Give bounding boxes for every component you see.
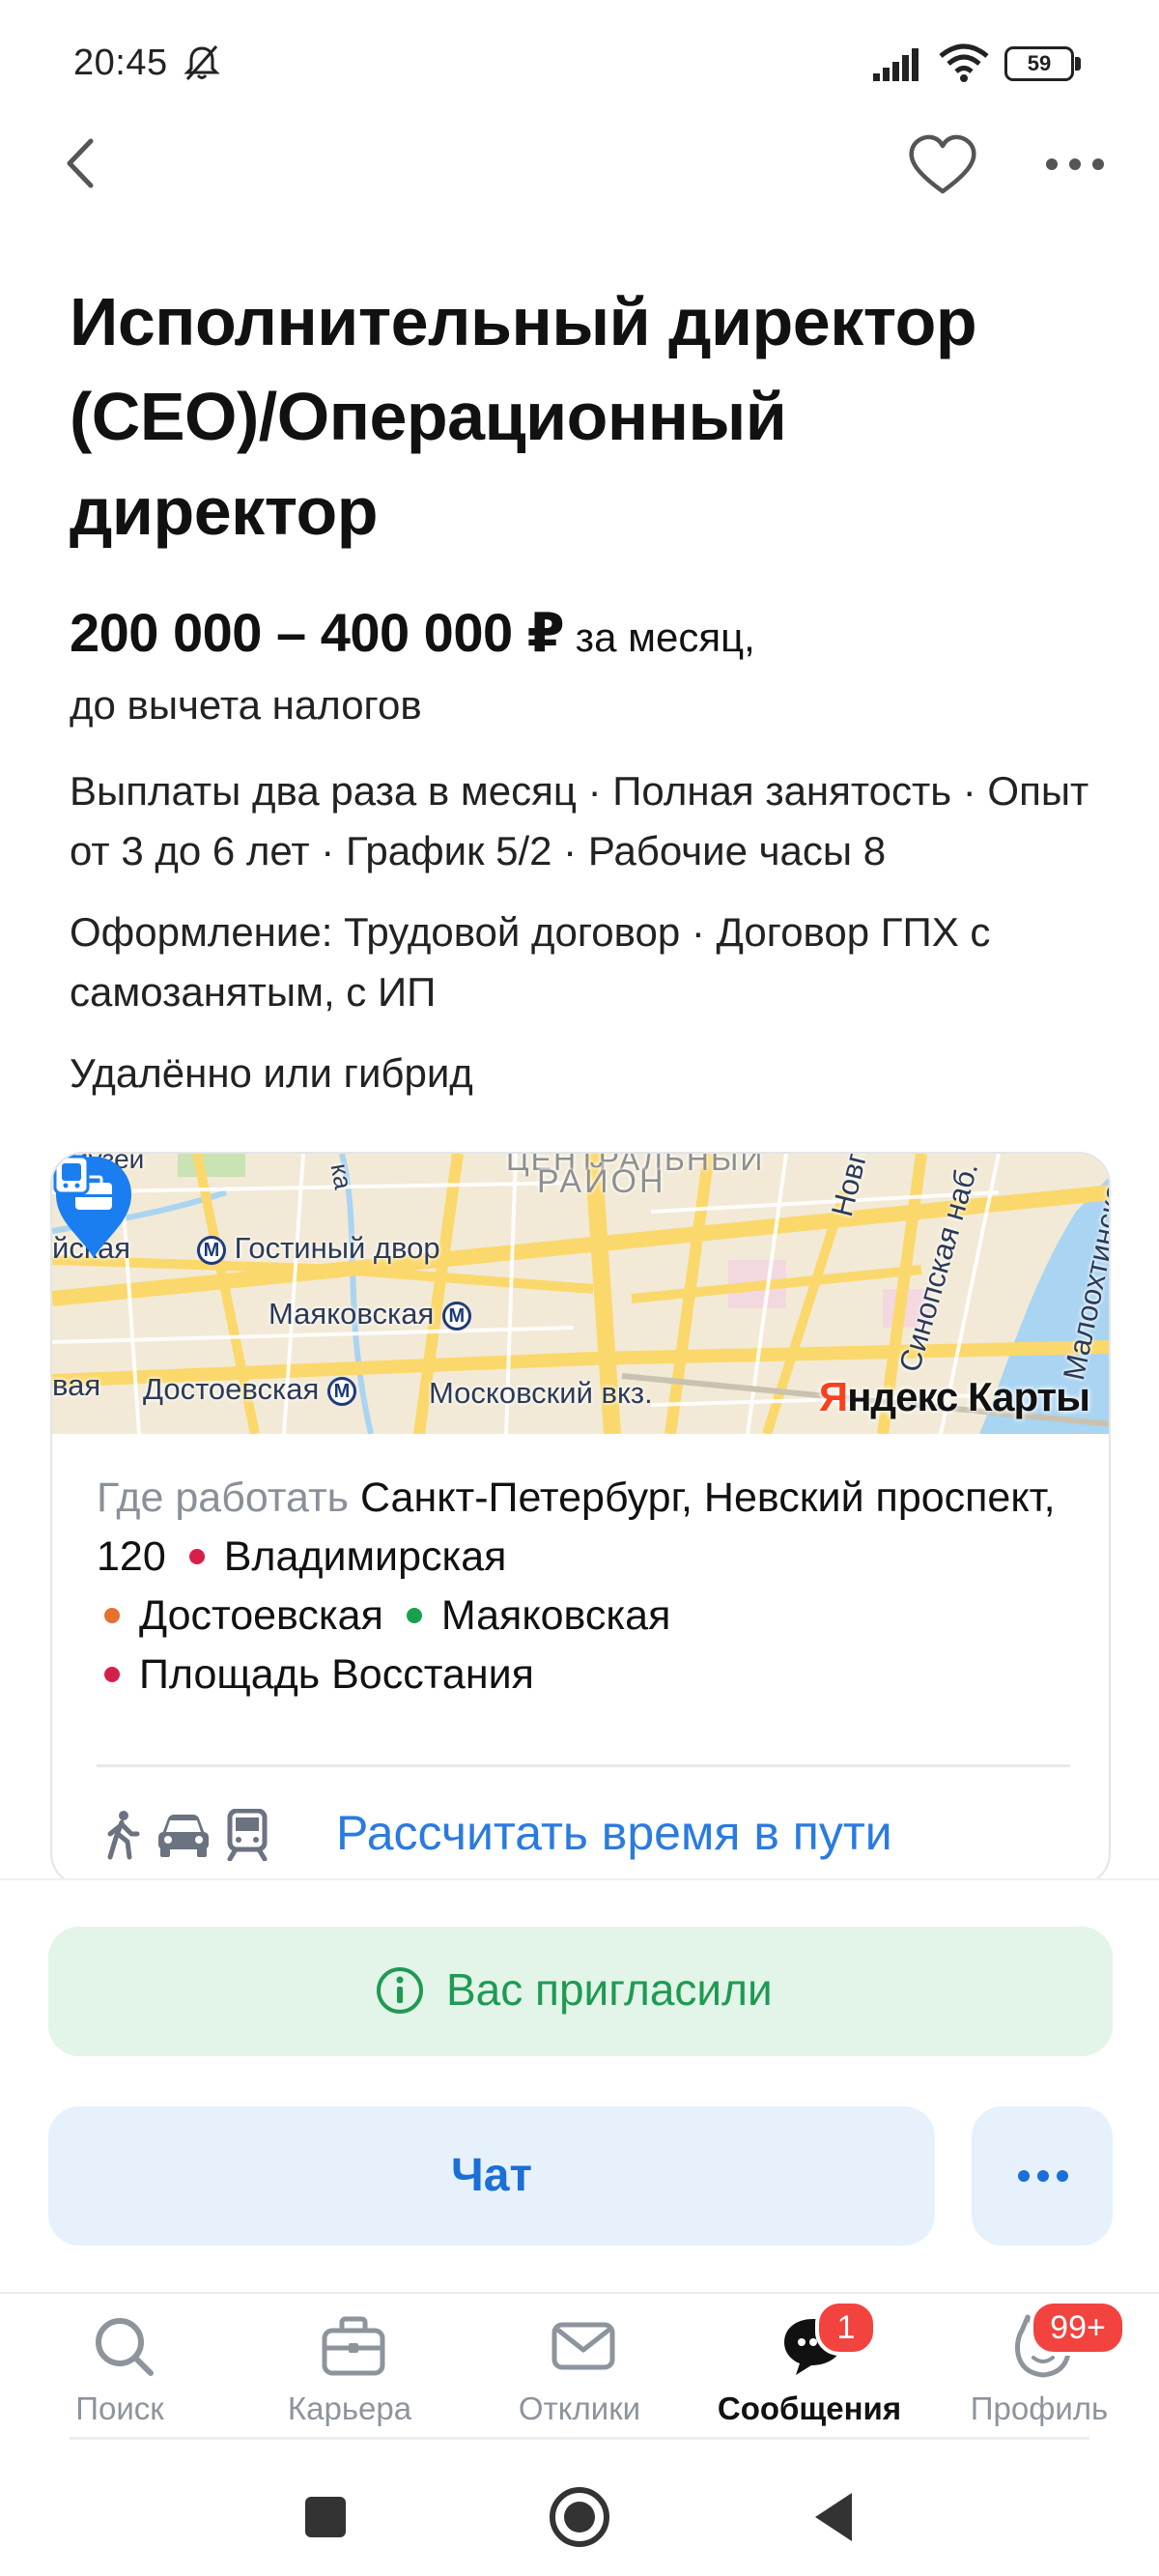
map-label-text: Достоевская bbox=[143, 1372, 320, 1406]
map-label: вая bbox=[52, 1368, 101, 1402]
address-block: Где работать Санкт-Петербург, Невский пр… bbox=[97, 1469, 1072, 1704]
metro-icon: M bbox=[197, 1235, 226, 1265]
profile-badge: 99+ bbox=[1030, 2300, 1126, 2356]
more-dots-icon bbox=[1018, 2170, 1068, 2182]
vacancy-title: Исполнительный директор (CEO)/Операционн… bbox=[70, 284, 977, 549]
wifi-icon bbox=[939, 43, 989, 82]
logo-ya: Я bbox=[818, 1374, 848, 1419]
metro-icon: M bbox=[326, 1376, 356, 1406]
back-button[interactable] bbox=[56, 131, 104, 195]
map-label: РАЙОН bbox=[537, 1163, 666, 1200]
train-station-icon bbox=[53, 1155, 90, 1195]
metro-station: Достоевская bbox=[139, 1592, 383, 1639]
chat-button[interactable]: Чат bbox=[48, 2106, 935, 2246]
metro-dot bbox=[188, 1548, 205, 1564]
battery-level: 59 bbox=[1027, 51, 1052, 75]
salary-period: за месяц, bbox=[564, 615, 755, 660]
logo-rest: ндекс Карты bbox=[847, 1374, 1090, 1419]
salary-amount: 200 000 – 400 000 ₽ bbox=[70, 602, 565, 663]
battery-icon: 59 bbox=[1004, 46, 1082, 81]
yandex-maps-logo[interactable]: Яндекс Карты bbox=[818, 1374, 1090, 1420]
car-icon bbox=[158, 1815, 209, 1857]
tab-label: Карьера bbox=[287, 2390, 412, 2426]
back-nav-icon[interactable] bbox=[802, 2483, 869, 2551]
tab-messages[interactable]: 1 Сообщения bbox=[693, 2294, 925, 2439]
work-format: Удалённо или гибрид bbox=[70, 1050, 473, 1096]
tab-label: Профиль bbox=[970, 2390, 1109, 2426]
info-icon bbox=[377, 1967, 423, 2014]
map-label-gostiny: M Гостиный двор bbox=[197, 1231, 440, 1266]
tab-career[interactable]: Карьера bbox=[234, 2294, 466, 2439]
tab-bar-divider bbox=[70, 2437, 1089, 2440]
transit-icon bbox=[227, 1809, 268, 1861]
invited-text: Вас пригласили bbox=[446, 1964, 773, 2015]
map-label-text: Гостиный двор bbox=[234, 1231, 440, 1265]
map-label: Московский вкз. bbox=[429, 1376, 653, 1410]
employment-type: Оформление: Трудовой договор · Договор Г… bbox=[70, 909, 991, 1015]
more-dots-icon[interactable] bbox=[1041, 145, 1109, 184]
mail-icon bbox=[551, 2322, 615, 2370]
tab-label: Сообщения bbox=[717, 2390, 902, 2426]
metro-station: Владимирская bbox=[223, 1533, 507, 1580]
map-label-mayakovskaya: Маяковская M bbox=[269, 1297, 471, 1331]
status-time: 20:45 bbox=[73, 43, 168, 83]
metro-station: Маяковская bbox=[440, 1592, 671, 1639]
messages-badge: 1 bbox=[815, 2300, 877, 2356]
metro-dot bbox=[104, 1607, 120, 1623]
map-label-text: Маяковская bbox=[269, 1297, 435, 1331]
more-actions-button[interactable] bbox=[972, 2106, 1113, 2246]
invited-status: Вас пригласили bbox=[48, 1927, 1113, 2056]
divider bbox=[97, 1764, 1070, 1767]
bell-off-icon bbox=[184, 45, 220, 80]
salary: 200 000 – 400 000 ₽ за месяц, bbox=[70, 601, 1113, 665]
tab-search[interactable]: Поиск bbox=[4, 2294, 236, 2439]
salary-note: до вычета налогов bbox=[70, 682, 422, 728]
walk-icon bbox=[107, 1811, 140, 1860]
chat-button-label: Чат bbox=[451, 2150, 532, 2201]
vacancy-terms: Выплаты два раза в месяц · Полная занято… bbox=[70, 768, 1089, 873]
metro-dot bbox=[406, 1607, 422, 1623]
map-label: ка bbox=[325, 1160, 358, 1192]
search-icon bbox=[96, 2318, 154, 2376]
metro-icon: M bbox=[441, 1301, 471, 1331]
system-nav-bar bbox=[0, 2454, 1159, 2576]
map-label-dostoevskaya: Достоевская M bbox=[143, 1372, 356, 1407]
tab-profile[interactable]: 99+ Профиль bbox=[923, 2294, 1155, 2439]
recents-icon[interactable] bbox=[292, 2483, 359, 2551]
home-icon[interactable] bbox=[546, 2483, 613, 2551]
metro-station: Площадь Восстания bbox=[139, 1651, 534, 1698]
route-calculator[interactable]: Рассчитать время в пути bbox=[97, 1801, 1072, 1869]
metro-dot bbox=[104, 1666, 120, 1682]
location-card: музей ЦЕНТРАЛЬНЫЙ РАЙОН ка йская M Гости… bbox=[50, 1152, 1111, 1886]
route-time-link[interactable]: Рассчитать время в пути bbox=[336, 1805, 892, 1861]
address-label: Где работать bbox=[97, 1474, 350, 1521]
map[interactable]: музей ЦЕНТРАЛЬНЫЙ РАЙОН ка йская M Гости… bbox=[52, 1154, 1109, 1434]
tab-bar: Поиск Карьера Отклики 1 Сообщения 99+ Пр… bbox=[0, 2292, 1159, 2437]
tab-label: Поиск bbox=[75, 2390, 164, 2426]
briefcase-icon bbox=[322, 2316, 385, 2376]
tab-responses[interactable]: Отклики bbox=[464, 2294, 695, 2439]
heart-icon[interactable] bbox=[906, 133, 979, 197]
tab-label: Отклики bbox=[518, 2390, 641, 2426]
status-bar: 20:45 59 bbox=[0, 0, 1159, 126]
signal-icon bbox=[873, 48, 919, 81]
